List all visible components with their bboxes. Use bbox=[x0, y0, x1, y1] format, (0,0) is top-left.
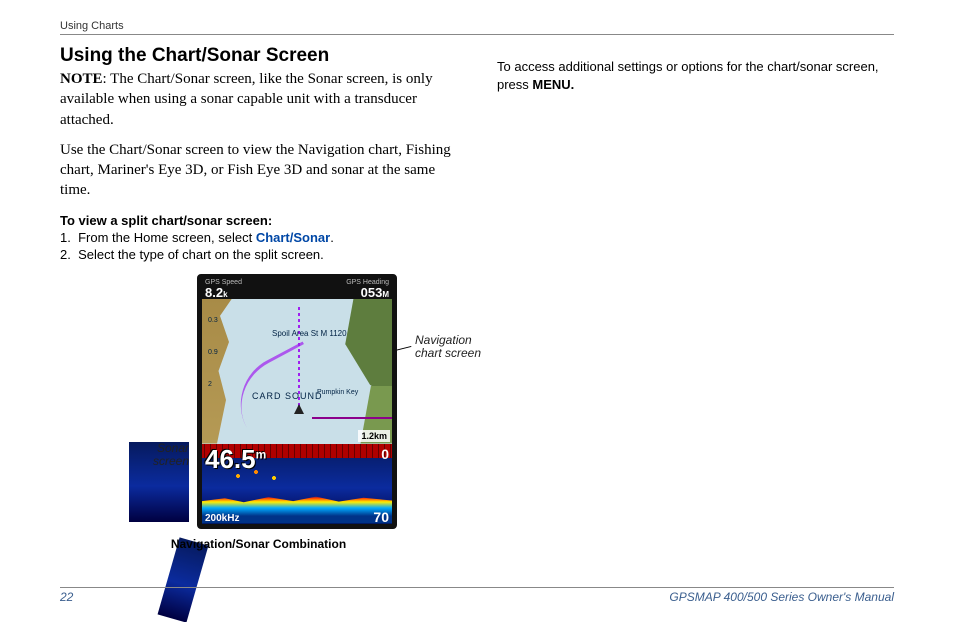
note-label: NOTE bbox=[60, 71, 103, 87]
track-curve bbox=[223, 341, 331, 436]
note-paragraph: NOTE: The Chart/Sonar screen, like the S… bbox=[60, 69, 457, 130]
manual-title: GPSMAP 400/500 Series Owner's Manual bbox=[669, 590, 894, 604]
card-sound-label: CARD SOUND bbox=[252, 391, 323, 401]
left-column: Using the Chart/Sonar Screen NOTE: The C… bbox=[60, 45, 457, 570]
nav-chart-pane: 0.3 0.9 2 Spoil Area St M 1120 CARD SOUN… bbox=[202, 299, 392, 444]
step-num: 2. bbox=[60, 247, 71, 262]
intro-paragraph: Use the Chart/Sonar screen to view the N… bbox=[60, 140, 457, 201]
sonar-pane: 46.5m 0 70 200kHz bbox=[202, 444, 392, 524]
sonar-scale-top: 0 bbox=[381, 446, 389, 462]
spoil-area-label: Spoil Area St M 1120 bbox=[272, 329, 347, 338]
page-title: Using the Chart/Sonar Screen bbox=[60, 45, 457, 67]
sonar-scale-bottom: 70 bbox=[373, 509, 389, 524]
scale-box: 1.2km bbox=[358, 430, 390, 442]
land-right bbox=[337, 299, 392, 401]
sounding-2: 0.9 bbox=[208, 349, 218, 356]
step-pre: From the Home screen, select bbox=[78, 230, 256, 245]
step-menu: Chart/Sonar bbox=[256, 230, 330, 245]
sounding-3: 2 bbox=[208, 381, 212, 388]
magenta-line bbox=[312, 417, 392, 419]
step-num: 1. bbox=[60, 230, 71, 245]
step-1: 1. From the Home screen, select Chart/So… bbox=[60, 230, 457, 245]
section-header: Using Charts bbox=[60, 20, 894, 32]
step-post: . bbox=[330, 230, 334, 245]
sonar-depth: 46.5m bbox=[205, 444, 266, 475]
callout-sonar: Sonar screen bbox=[129, 442, 189, 522]
header-rule bbox=[60, 34, 894, 35]
status-bar: GPS Speed 8.2k GPS Heading 053M bbox=[202, 279, 392, 299]
gps-speed-value: 8.2k bbox=[205, 286, 242, 299]
right-column: To access additional settings or options… bbox=[497, 45, 894, 570]
page-number: 22 bbox=[60, 590, 73, 604]
right-paragraph: To access additional settings or options… bbox=[497, 58, 894, 93]
figure: Navigation chart screen Sonar screen GPS… bbox=[60, 274, 457, 564]
figure-caption: Navigation/Sonar Combination bbox=[60, 537, 457, 551]
boat-icon bbox=[294, 404, 304, 414]
note-text: : The Chart/Sonar screen, like the Sonar… bbox=[60, 71, 433, 128]
step-2: 2. Select the type of chart on the split… bbox=[60, 247, 457, 262]
pumpkin-key-label: Pumpkin Key bbox=[317, 389, 358, 396]
gps-heading-value: 053M bbox=[346, 286, 389, 299]
step-pre: Select the type of chart on the split sc… bbox=[78, 247, 324, 262]
page-footer: 22 GPSMAP 400/500 Series Owner's Manual bbox=[60, 587, 894, 604]
menu-label: MENU. bbox=[532, 77, 574, 92]
steps-heading: To view a split chart/sonar screen: bbox=[60, 213, 457, 228]
sounding-1: 0.3 bbox=[208, 317, 218, 324]
callout-nav: Navigation chart screen bbox=[415, 334, 495, 362]
sonar-frequency: 200kHz bbox=[205, 513, 239, 524]
device-screenshot: GPS Speed 8.2k GPS Heading 053M bbox=[197, 274, 397, 529]
